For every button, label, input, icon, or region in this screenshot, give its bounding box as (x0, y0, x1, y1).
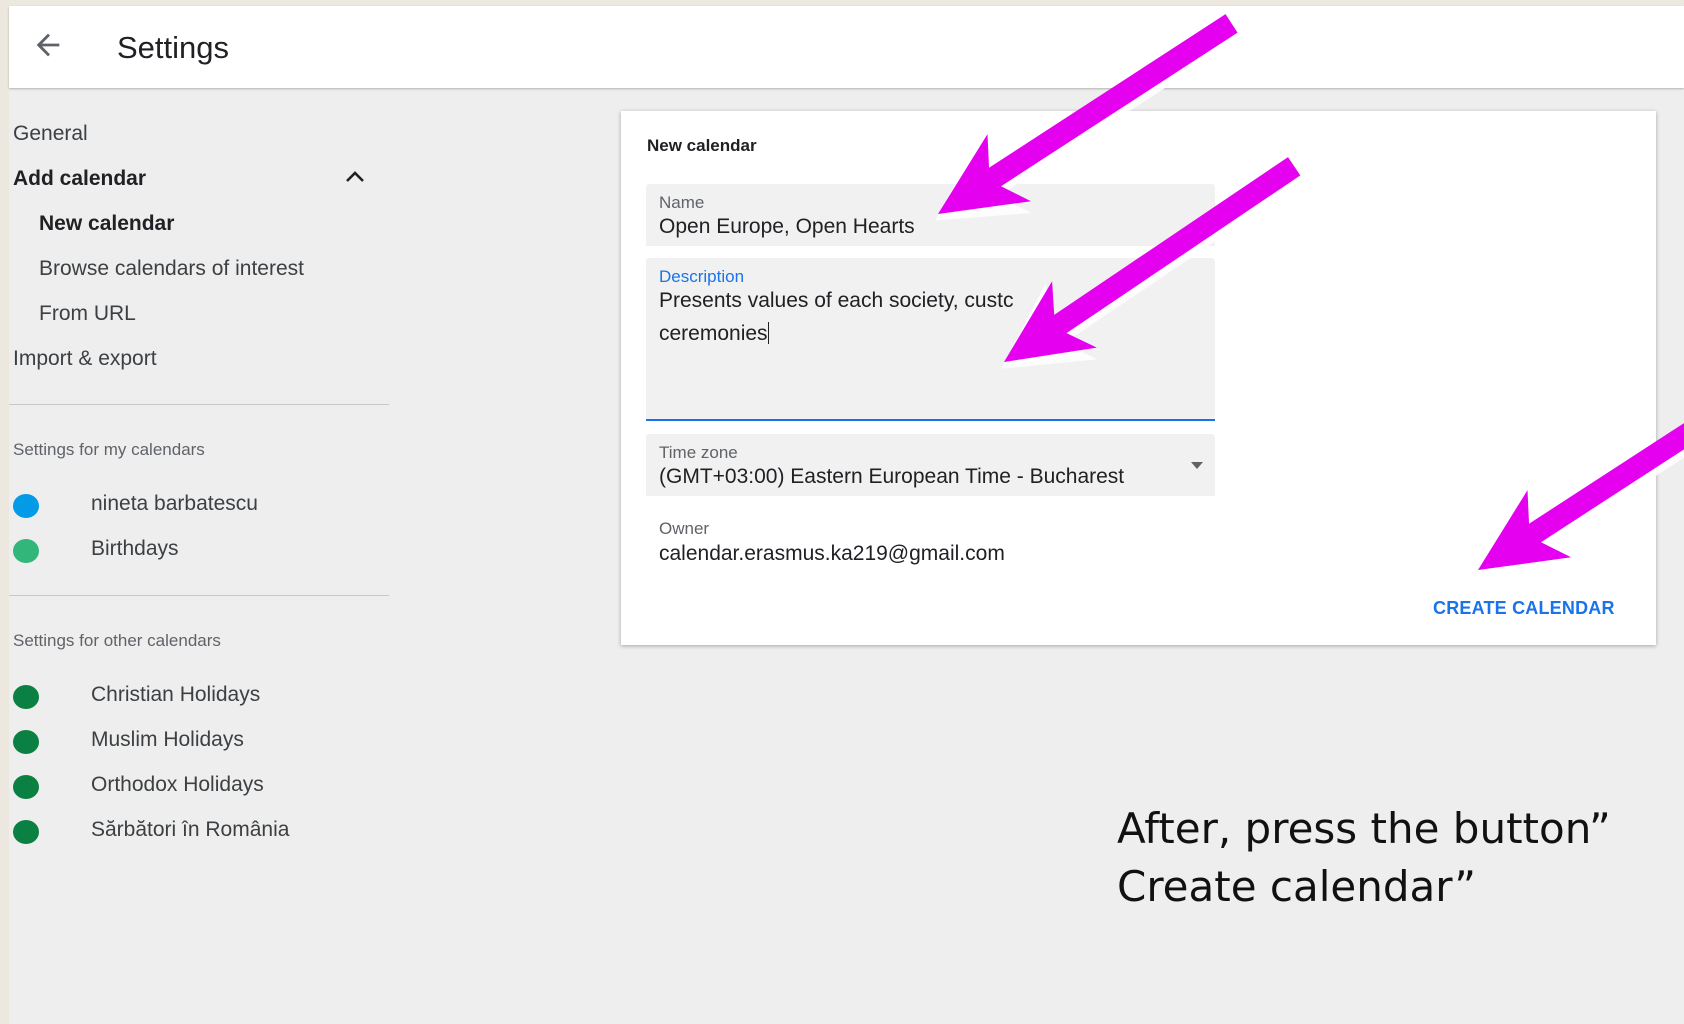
calendar-color-dot (13, 730, 39, 754)
sidebar-item-import-export[interactable]: Import & export (13, 347, 157, 371)
sidebar-item-new-calendar[interactable]: New calendar (39, 212, 174, 236)
calendar-color-dot (13, 539, 39, 563)
sidebar-item-from-url[interactable]: From URL (39, 302, 136, 326)
calendar-item[interactable]: Birthdays (13, 535, 373, 565)
calendar-item[interactable]: Muslim Holidays (13, 726, 373, 756)
calendar-color-dot (13, 685, 39, 709)
timezone-field-label: Time zone (659, 443, 738, 462)
instruction-text: After, press the button” Create calendar… (1117, 800, 1611, 916)
calendar-color-dot (13, 775, 39, 799)
sidebar-item-general[interactable]: General (13, 122, 88, 146)
calendar-name: Sărbători în România (91, 818, 290, 841)
new-calendar-card: New calendar Name Open Europe, Open Hear… (621, 111, 1656, 645)
calendar-name: Orthodox Holidays (91, 773, 264, 796)
owner-label: Owner (659, 519, 710, 538)
owner-value: calendar.erasmus.ka219@gmail.com (659, 542, 1005, 565)
chevron-up-icon[interactable] (344, 168, 366, 184)
timezone-select[interactable]: Time zone (GMT+03:00) Eastern European T… (646, 434, 1215, 496)
instruction-line-1: After, press the button” (1117, 804, 1611, 853)
calendar-name: nineta barbatescu (91, 492, 258, 515)
instruction-line-2: Create calendar” (1117, 862, 1477, 911)
name-field-label: Name (659, 193, 705, 212)
settings-header: Settings (9, 6, 1684, 88)
calendar-name: Birthdays (91, 537, 179, 560)
calendar-item[interactable]: Christian Holidays (13, 681, 373, 711)
calendar-name: Christian Holidays (91, 683, 261, 706)
text-cursor (767, 322, 769, 344)
calendar-item[interactable]: Sărbători în România (13, 816, 373, 846)
description-field-label: Description (659, 267, 745, 286)
calendar-color-dot (13, 820, 39, 844)
arrow-left-icon[interactable] (31, 28, 65, 62)
caret-down-icon[interactable] (1191, 462, 1203, 469)
sidebar-divider (9, 595, 389, 596)
calendar-item[interactable]: Orthodox Holidays (13, 771, 373, 801)
calendar-color-dot (13, 494, 39, 518)
timezone-field-value: (GMT+03:00) Eastern European Time - Buch… (659, 465, 1125, 488)
description-text-line: Presents values of each society, custc (659, 289, 1014, 312)
name-field-value: Open Europe, Open Hearts (659, 215, 915, 238)
card-title: New calendar (647, 136, 757, 155)
create-calendar-button[interactable]: CREATE CALENDAR (1433, 591, 1615, 625)
name-field[interactable]: Name Open Europe, Open Hearts (646, 184, 1215, 246)
slide-border-left (0, 0, 9, 1024)
description-text-line-2: ceremonies (659, 322, 768, 345)
description-text-line: ceremonies (659, 322, 769, 346)
sidebar-item-add-calendar[interactable]: Add calendar (13, 167, 146, 191)
description-field[interactable]: Description Presents values of each soci… (646, 258, 1215, 421)
section-title-my-calendars: Settings for my calendars (13, 440, 205, 459)
calendar-name: Muslim Holidays (91, 728, 244, 751)
sidebar-divider (9, 404, 389, 405)
page-title: Settings (117, 30, 230, 65)
calendar-item[interactable]: nineta barbatescu (13, 490, 373, 520)
sidebar-item-browse-calendars[interactable]: Browse calendars of interest (39, 257, 304, 281)
section-title-other-calendars: Settings for other calendars (13, 631, 221, 650)
